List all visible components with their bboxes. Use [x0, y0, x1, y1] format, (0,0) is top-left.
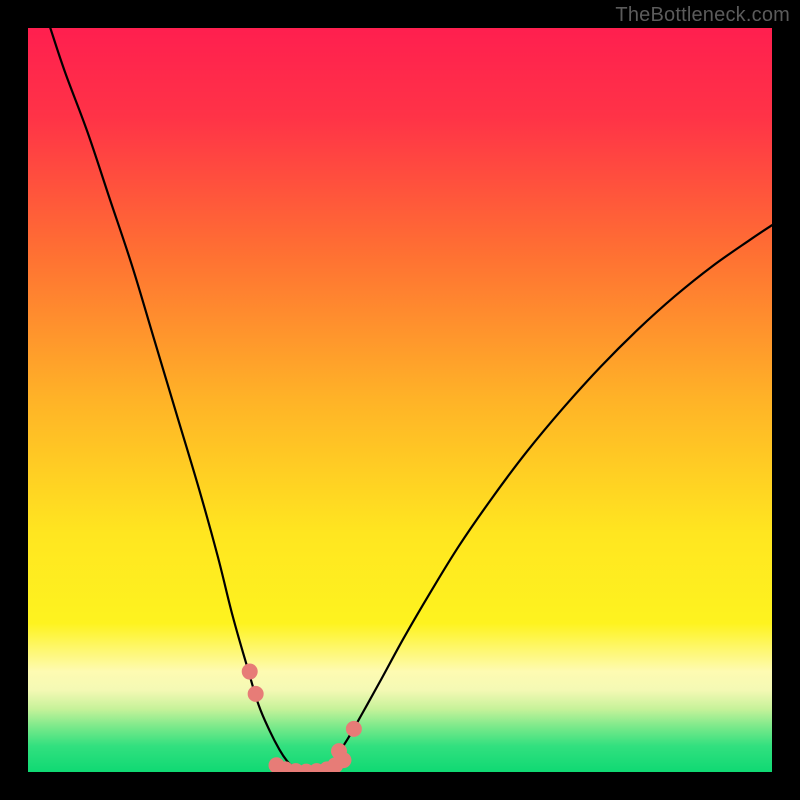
curve-right-curve — [323, 225, 772, 770]
watermark-text: TheBottleneck.com — [615, 4, 790, 27]
curves — [50, 28, 772, 771]
marker-dot — [248, 686, 264, 702]
plot-area — [28, 28, 772, 772]
marker-dot — [335, 752, 351, 768]
marker-dot — [242, 664, 258, 680]
curve-layer — [28, 28, 772, 772]
outer-frame: TheBottleneck.com — [0, 0, 800, 800]
markers — [242, 664, 362, 772]
marker-dot — [346, 721, 362, 737]
curve-left-curve — [50, 28, 298, 771]
